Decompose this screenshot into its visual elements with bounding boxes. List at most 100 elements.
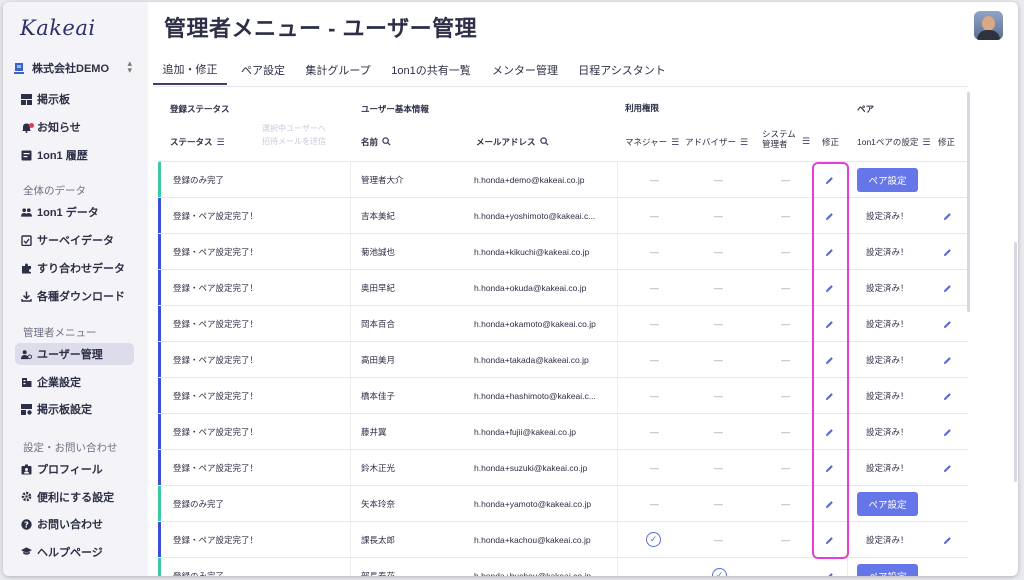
sysadmin-cell: — bbox=[781, 175, 790, 185]
pair-status-text: 設定済み！ bbox=[866, 463, 909, 473]
column-sysadmin[interactable]: システム管理者 bbox=[762, 129, 798, 149]
name-cell: 矢本玲奈 bbox=[361, 499, 396, 509]
pair-setting-button[interactable]: ペア設定 bbox=[857, 168, 918, 192]
filter-icon[interactable]: ☰ bbox=[217, 137, 225, 148]
sysadmin-cell: — bbox=[781, 211, 790, 221]
manager-cell: — bbox=[650, 427, 659, 437]
sidebar-item-building[interactable]: 企業設定 bbox=[15, 371, 134, 393]
filter-icon[interactable]: ☰ bbox=[922, 137, 930, 148]
advisor-cell: — bbox=[714, 283, 723, 293]
status-cell: 登録・ペア設定完了！ bbox=[173, 247, 259, 257]
email-cell: h.honda+okuda@kakeai.co.jp bbox=[474, 283, 587, 293]
edit-pencil-icon[interactable] bbox=[825, 558, 834, 576]
pair-edit-pencil-icon[interactable] bbox=[943, 414, 952, 450]
email-cell: h.honda+demo@kakeai.co.jp bbox=[474, 175, 585, 185]
sysadmin-cell: — bbox=[781, 391, 790, 401]
column-manager[interactable]: マネジャー ☰ bbox=[625, 136, 679, 148]
group-permissions: 利用権限 bbox=[625, 103, 660, 113]
sidebar-item-people[interactable]: 1on1 データ bbox=[15, 201, 134, 223]
page-scrollbar[interactable] bbox=[1014, 242, 1017, 482]
name-cell: 鈴木正光 bbox=[361, 463, 396, 473]
sidebar-item-history[interactable]: 1on1 履歴 bbox=[15, 144, 134, 166]
column-name[interactable]: 名前 bbox=[361, 136, 391, 148]
sidebar-item-bell[interactable]: お知らせ bbox=[15, 116, 134, 138]
sidebar-item-survey[interactable]: サーベイデータ bbox=[15, 229, 134, 251]
pair-setting-button[interactable]: ペア設定 bbox=[857, 564, 918, 576]
avatar[interactable] bbox=[974, 11, 1003, 40]
tab-0[interactable]: 追加・修正 bbox=[153, 54, 227, 85]
sidebar-item-board-settings[interactable]: 掲示板設定 bbox=[15, 398, 134, 420]
name-cell: 菊池誠也 bbox=[361, 247, 396, 257]
manager-cell: — bbox=[650, 319, 659, 329]
column-advisor[interactable]: アドバイザー ☰ bbox=[685, 136, 748, 148]
pair-edit-pencil-icon[interactable] bbox=[943, 450, 952, 486]
sysadmin-cell: — bbox=[781, 571, 790, 576]
column-status[interactable]: ステータス ☰ bbox=[170, 136, 225, 148]
table-scrollbar[interactable] bbox=[967, 92, 970, 312]
group-user-info: ユーザー基本情報 bbox=[361, 104, 429, 114]
status-cell: 登録のみ完了 bbox=[173, 499, 225, 509]
advisor-check-icon[interactable]: ✓ bbox=[712, 568, 727, 576]
pair-edit-pencil-icon[interactable] bbox=[943, 522, 952, 558]
send-invite-link[interactable]: 選択中ユーザーへ 招待メールを送信 bbox=[262, 122, 326, 148]
email-cell: h.honda+buchou@kakeai.co.jp bbox=[474, 571, 592, 576]
tab-3[interactable]: 1on1の共有一覧 bbox=[385, 54, 477, 85]
tab-5[interactable]: 日程アシスタント bbox=[573, 54, 671, 85]
pair-edit-pencil-icon[interactable] bbox=[943, 306, 952, 342]
company-switcher[interactable]: 株式会社DEMO ▴ ▾ bbox=[14, 59, 134, 77]
name-cell: 岡本百合 bbox=[361, 319, 396, 329]
tab-4[interactable]: メンター管理 bbox=[485, 54, 565, 85]
status-cell: 登録・ペア設定完了！ bbox=[173, 391, 259, 401]
pair-edit-pencil-icon[interactable] bbox=[943, 234, 952, 270]
sidebar-item-download[interactable]: 各種ダウンロード bbox=[15, 285, 134, 307]
user-manage-icon bbox=[21, 349, 32, 360]
sysadmin-cell: — bbox=[781, 283, 790, 293]
manager-check-icon[interactable]: ✓ bbox=[646, 532, 661, 547]
column-pair-setting[interactable]: 1on1ペアの設定 ☰ bbox=[857, 136, 931, 148]
sidebar-item-label: 掲示板 bbox=[37, 94, 70, 106]
sysadmin-filter[interactable]: ☰ bbox=[798, 136, 810, 147]
sidebar-item-user-manage[interactable]: ユーザー管理 bbox=[15, 343, 134, 365]
search-icon[interactable] bbox=[539, 136, 549, 148]
people-icon bbox=[21, 207, 32, 218]
manager-cell: — bbox=[650, 247, 659, 257]
tab-1[interactable]: ペア設定 bbox=[233, 54, 293, 85]
tab-2[interactable]: 集計グループ bbox=[299, 54, 377, 85]
profile-icon bbox=[21, 464, 32, 475]
sidebar-item-gear[interactable]: 便利にする設定 bbox=[15, 486, 134, 508]
search-icon[interactable] bbox=[382, 136, 391, 148]
filter-icon[interactable]: ☰ bbox=[671, 137, 679, 148]
pair-setting-button[interactable]: ペア設定 bbox=[857, 492, 918, 516]
sidebar-item-label: すり合わせデータ bbox=[37, 263, 125, 275]
sidebar-item-help[interactable]: ? お問い合わせ bbox=[15, 513, 134, 535]
filter-icon[interactable]: ☰ bbox=[740, 137, 748, 148]
email-cell: h.honda+kikuchi@kakeai.co.jp bbox=[474, 247, 590, 257]
sidebar-item-graduation-cap[interactable]: ヘルプページ bbox=[15, 541, 134, 563]
pair-status-text: 設定済み！ bbox=[866, 283, 909, 293]
filter-icon[interactable]: ☰ bbox=[802, 136, 810, 147]
sysadmin-cell: — bbox=[781, 247, 790, 257]
status-color-bar bbox=[158, 486, 161, 522]
table-row[interactable]: 登録のみ完了 部長春花 h.honda+buchou@kakeai.co.jp — ✓ —… bbox=[158, 557, 968, 576]
pair-edit-pencil-icon[interactable] bbox=[943, 198, 952, 234]
pair-edit-pencil-icon[interactable] bbox=[943, 378, 952, 414]
pair-edit-pencil-icon[interactable] bbox=[943, 270, 952, 306]
graduation-cap-icon bbox=[21, 546, 32, 557]
pair-edit-pencil-icon[interactable] bbox=[943, 342, 952, 378]
column-email[interactable]: メールアドレス bbox=[476, 136, 549, 148]
section-label-admin: 管理者メニュー bbox=[23, 327, 97, 339]
sidebar-item-profile[interactable]: プロフィール bbox=[15, 458, 134, 480]
sidebar-item-label: 企業設定 bbox=[37, 376, 81, 389]
sysadmin-cell: — bbox=[781, 319, 790, 329]
sidebar-item-puzzle[interactable]: すり合わせデータ bbox=[15, 257, 134, 279]
advisor-cell: — bbox=[714, 391, 723, 401]
status-color-bar bbox=[158, 270, 161, 306]
pair-status-text: 設定済み！ bbox=[866, 319, 909, 329]
status-color-bar bbox=[158, 234, 161, 270]
status-color-bar bbox=[158, 162, 161, 198]
building-icon bbox=[14, 62, 24, 74]
status-cell: 登録・ペア設定完了！ bbox=[173, 283, 259, 293]
sidebar-item-board[interactable]: 掲示板 bbox=[15, 88, 134, 110]
manager-cell: — bbox=[650, 391, 659, 401]
name-cell: 課長太郎 bbox=[361, 535, 396, 545]
